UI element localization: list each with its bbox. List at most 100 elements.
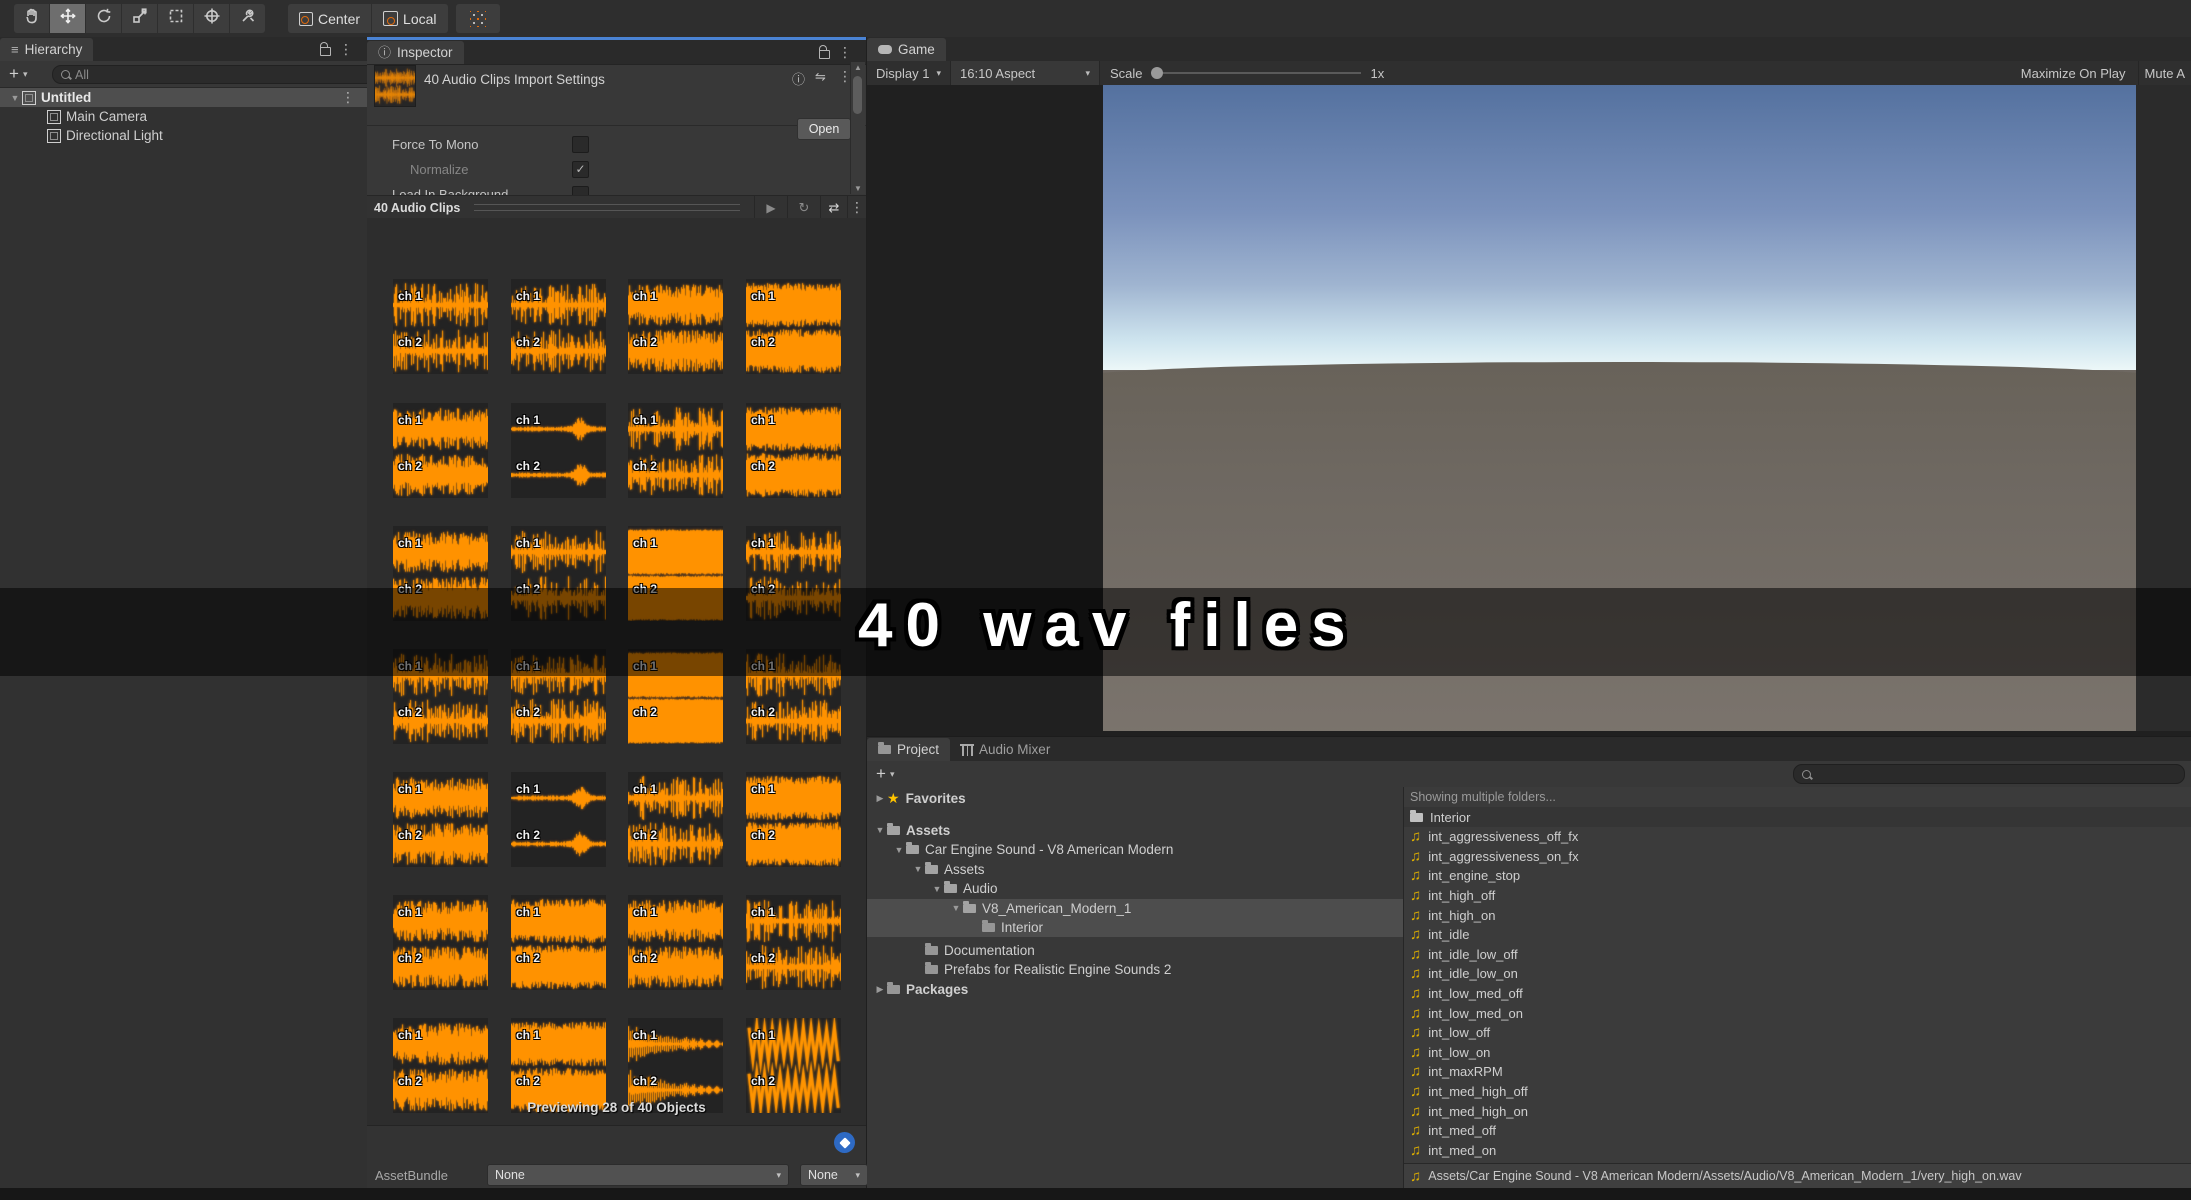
list-item-audio[interactable]: ♫int_aggressiveness_on_fx — [1404, 846, 2191, 866]
audio-clip-preview[interactable]: ch 1ch 2 — [393, 895, 488, 990]
setting-checkbox[interactable] — [572, 136, 589, 153]
setting-checkbox[interactable]: ✓ — [572, 161, 589, 178]
tab-hierarchy[interactable]: ≡ Hierarchy — [0, 38, 93, 61]
audio-clip-preview[interactable]: ch 1ch 2 — [746, 772, 841, 867]
scene-menu-icon[interactable]: ⋮ — [341, 89, 355, 106]
audio-clip-preview[interactable]: ch 1ch 2 — [511, 403, 606, 498]
tab-project[interactable]: Project — [867, 738, 950, 761]
assetbundle-dropdown[interactable]: None ▾ — [487, 1164, 789, 1186]
hierarchy-item[interactable]: Main Camera — [0, 107, 367, 126]
maximize-on-play-toggle[interactable]: Maximize On Play — [2009, 66, 2138, 81]
pivot-mode-button[interactable]: Center — [288, 4, 371, 33]
expand-arrow-icon[interactable]: ▶ — [873, 793, 887, 804]
list-item-audio[interactable]: ♫int_low_on — [1404, 1042, 2191, 1062]
transform-tool-button[interactable] — [194, 4, 229, 33]
autoplay-icon[interactable]: ↻ — [788, 200, 820, 216]
list-item-audio[interactable]: ♫int_med_high_on — [1404, 1101, 2191, 1121]
asset-labels-icon[interactable] — [834, 1132, 855, 1153]
lock-icon[interactable] — [320, 47, 331, 56]
hand-tool-button[interactable] — [14, 4, 49, 33]
aspect-dropdown[interactable]: 16:10 Aspect ▾ — [950, 61, 1100, 85]
list-item-audio[interactable]: ♫int_idle_low_on — [1404, 964, 2191, 984]
rotate-tool-button[interactable] — [86, 4, 121, 33]
loop-icon[interactable]: ⇄ — [821, 200, 847, 216]
scale-slider-knob[interactable] — [1151, 67, 1163, 79]
audio-clip-preview[interactable]: ch 1ch 2 — [628, 1018, 723, 1113]
list-item-audio[interactable]: ♫int_maxRPM — [1404, 1062, 2191, 1082]
project-tree-item[interactable]: ▶Packages — [867, 980, 1403, 999]
project-tree-item[interactable]: Prefabs for Realistic Engine Sounds 2 — [867, 960, 1403, 979]
audio-clip-preview[interactable]: ch 1ch 2 — [628, 772, 723, 867]
audio-clip-preview[interactable]: ch 1ch 2 — [393, 1018, 488, 1113]
project-search-input[interactable] — [1793, 764, 2185, 784]
rotation-mode-button[interactable]: Local — [372, 4, 447, 33]
project-tree-item[interactable]: ▼Assets — [867, 860, 1403, 879]
tab-game[interactable]: Game — [867, 38, 946, 61]
rect-tool-button[interactable] — [158, 4, 193, 33]
project-tree-item[interactable]: ▼Assets — [867, 821, 1403, 840]
help-icon[interactable]: ⓘ — [792, 69, 805, 88]
audio-clip-preview[interactable]: ch 1ch 2 — [628, 279, 723, 374]
list-item-audio[interactable]: ♫int_idle_low_off — [1404, 944, 2191, 964]
scale-tool-button[interactable] — [122, 4, 157, 33]
expand-arrow-icon[interactable]: ▶ — [873, 984, 887, 995]
hierarchy-menu-icon[interactable]: ⋮ — [339, 41, 353, 58]
inspector-scrollbar[interactable]: ▲ ▼ — [850, 62, 865, 194]
list-item-audio[interactable]: ♫int_low_med_on — [1404, 1003, 2191, 1023]
audio-clip-preview[interactable]: ch 1ch 2 — [393, 403, 488, 498]
create-dropdown-caret[interactable]: ▾ — [890, 769, 895, 780]
play-icon[interactable]: ▶ — [755, 201, 787, 215]
list-item-audio[interactable]: ♫int_idle — [1404, 925, 2191, 945]
scroll-up-icon[interactable]: ▲ — [851, 63, 865, 72]
audio-clip-preview[interactable]: ch 1ch 2 — [393, 772, 488, 867]
project-tree-item[interactable]: ▼V8_American_Modern_1 — [867, 899, 1403, 918]
list-item-audio[interactable]: ♫int_engine_stop — [1404, 866, 2191, 886]
project-tree-item[interactable]: ▼Car Engine Sound - V8 American Modern — [867, 840, 1403, 859]
list-item-audio[interactable]: ♫int_low_off — [1404, 1023, 2191, 1043]
expand-arrow-icon[interactable]: ▼ — [930, 884, 944, 894]
list-item-audio[interactable]: ♫int_med_off — [1404, 1121, 2191, 1141]
list-item-audio[interactable]: ♫int_high_on — [1404, 905, 2191, 925]
list-item-audio[interactable]: ♫int_high_off — [1404, 885, 2191, 905]
list-item-audio[interactable]: ♫int_med_high_off — [1404, 1081, 2191, 1101]
project-tree-item[interactable]: Documentation — [867, 941, 1403, 960]
preview-size-slider[interactable] — [474, 204, 740, 211]
custom-tools-button[interactable] — [230, 4, 265, 33]
list-item-audio[interactable]: ♫int_med_on — [1404, 1140, 2191, 1160]
project-tree-item[interactable]: ▼Audio — [867, 879, 1403, 898]
create-asset-button[interactable]: + — [876, 764, 886, 784]
grid-snap-button[interactable] — [456, 4, 500, 33]
audio-clip-preview[interactable]: ch 1ch 2 — [746, 403, 841, 498]
audio-clip-preview[interactable]: ch 1ch 2 — [511, 1018, 606, 1113]
audio-clip-preview[interactable]: ch 1ch 2 — [628, 895, 723, 990]
presets-icon[interactable]: ⇋ — [815, 69, 826, 85]
scrollbar-thumb[interactable] — [853, 76, 862, 114]
list-item-audio[interactable]: ♫int_aggressiveness_off_fx — [1404, 827, 2191, 847]
hierarchy-search-input[interactable]: All — [52, 65, 375, 84]
add-dropdown-caret[interactable]: ▾ — [23, 69, 28, 80]
project-tree-item[interactable]: ▶★Favorites — [867, 789, 1403, 808]
audio-clip-preview[interactable]: ch 1ch 2 — [746, 895, 841, 990]
scale-slider-track[interactable] — [1163, 72, 1361, 74]
list-item-folder[interactable]: Interior — [1404, 807, 2191, 827]
audio-clip-preview[interactable]: ch 1ch 2 — [393, 279, 488, 374]
expand-arrow-icon[interactable]: ▼ — [911, 864, 925, 874]
expand-arrow-icon[interactable]: ▼ — [949, 903, 963, 913]
project-tree-item[interactable]: Interior — [867, 918, 1403, 937]
expand-arrow-icon[interactable]: ▼ — [873, 825, 887, 835]
mute-audio-toggle[interactable]: Mute A — [2138, 61, 2191, 85]
audio-clip-preview[interactable]: ch 1ch 2 — [511, 279, 606, 374]
lock-icon[interactable] — [819, 50, 830, 59]
audio-clip-preview[interactable]: ch 1ch 2 — [628, 403, 723, 498]
tab-audio-mixer[interactable]: Audio Mixer — [950, 738, 1061, 761]
audio-clip-preview[interactable]: ch 1ch 2 — [511, 772, 606, 867]
add-gameobject-button[interactable]: + — [9, 64, 19, 84]
inspector-menu-icon[interactable]: ⋮ — [838, 44, 852, 61]
scene-row[interactable]: ▼ Untitled ⋮ — [0, 88, 367, 107]
scroll-down-icon[interactable]: ▼ — [851, 184, 865, 193]
expand-arrow-icon[interactable]: ▼ — [892, 845, 906, 855]
preview-menu-icon[interactable]: ⋮ — [848, 199, 866, 216]
scene-expand-arrow[interactable]: ▼ — [8, 93, 22, 103]
audio-clip-preview[interactable]: ch 1ch 2 — [746, 279, 841, 374]
assetbundle-variant-dropdown[interactable]: None ▾ — [800, 1164, 868, 1186]
